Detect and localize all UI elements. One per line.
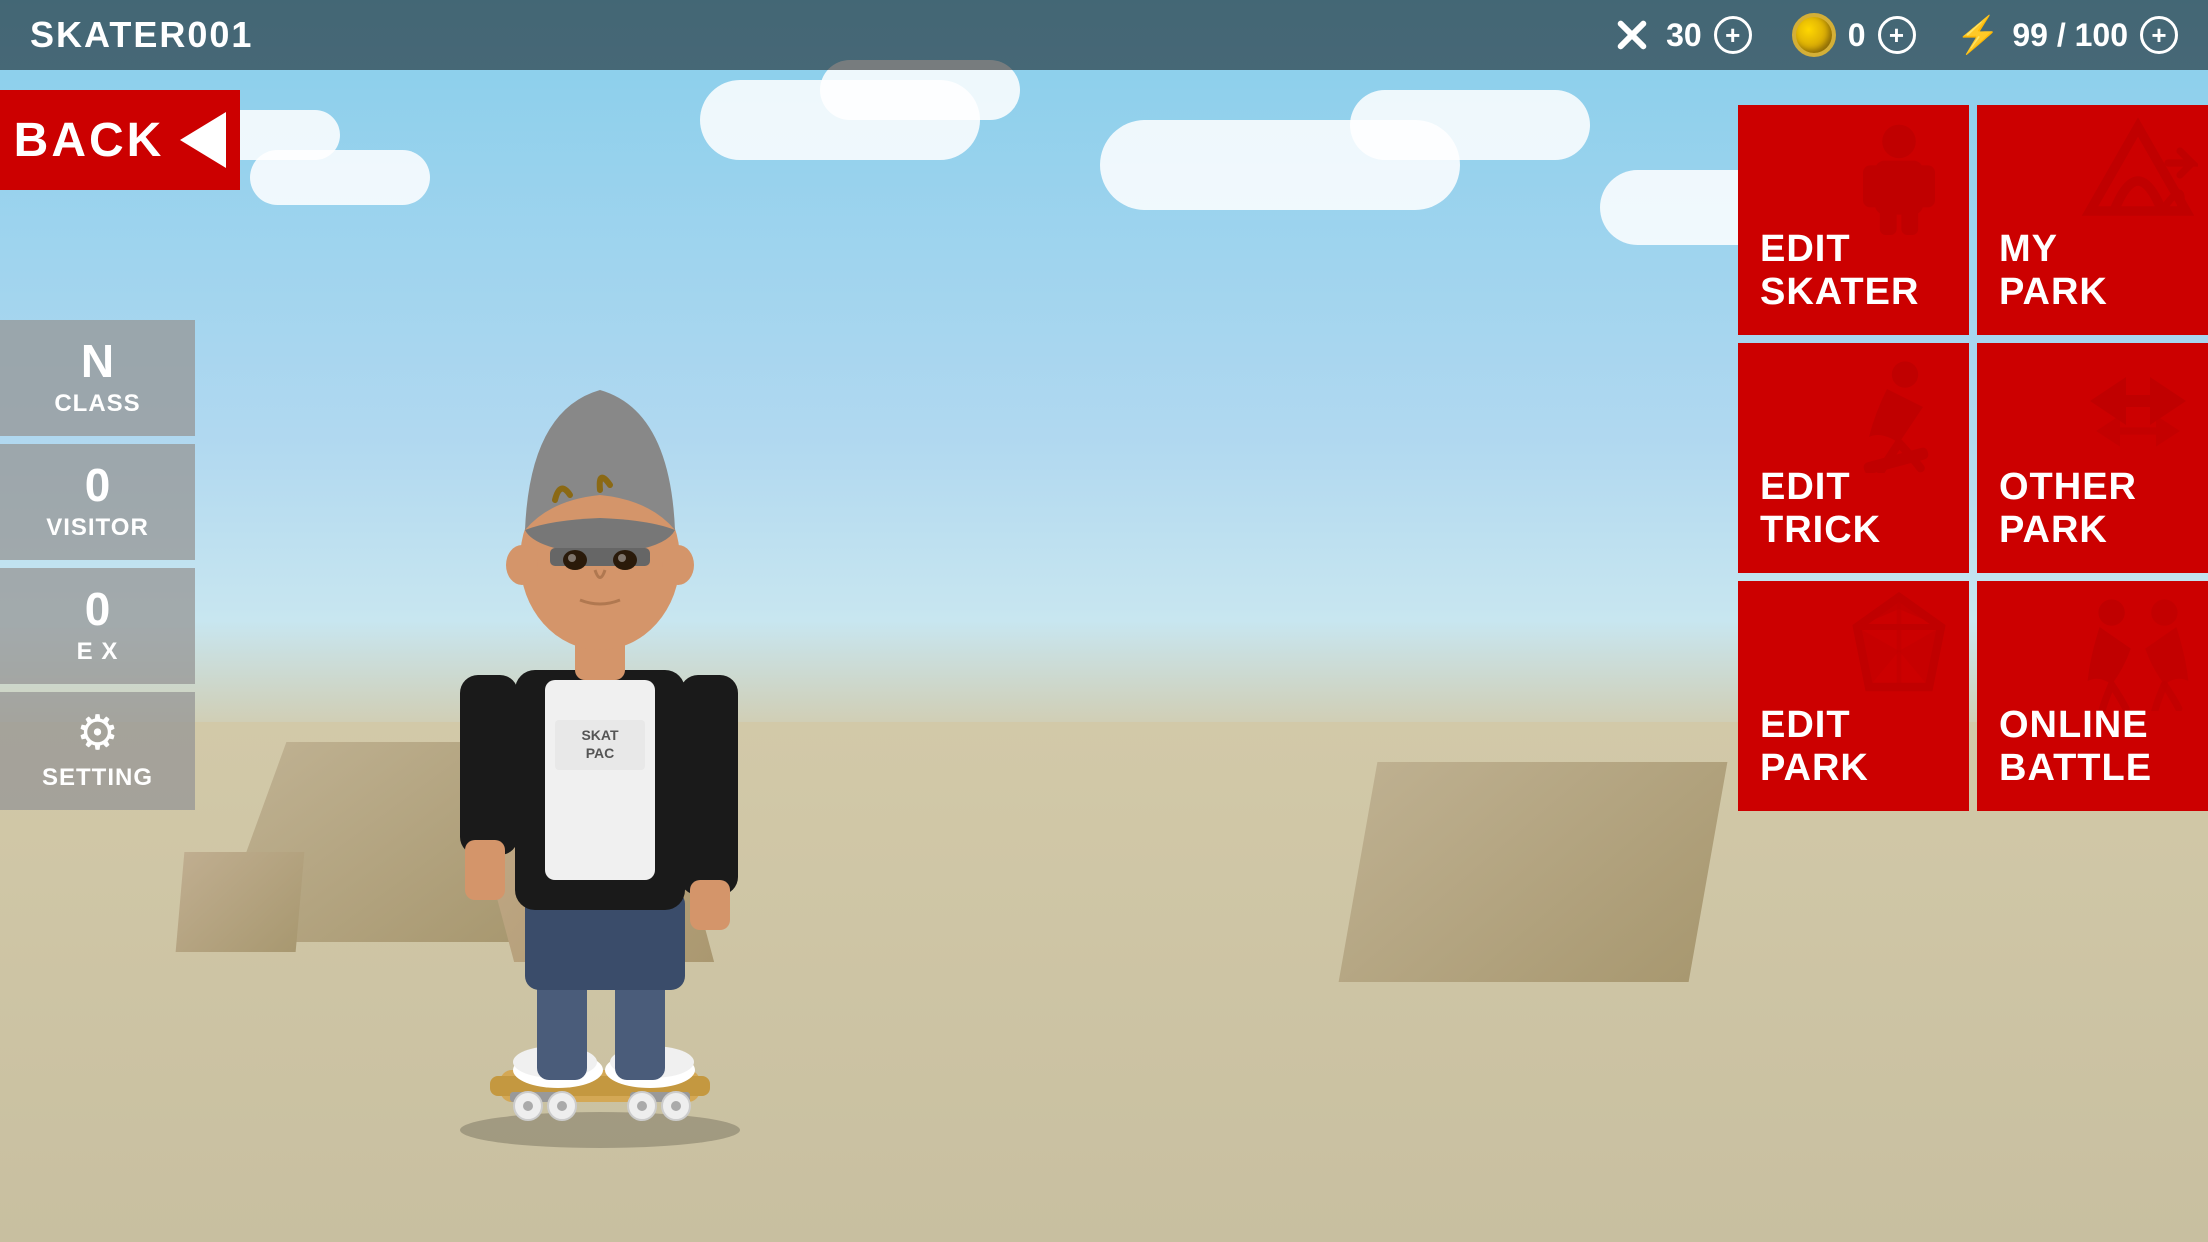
add-x-currency-button[interactable]: + <box>1714 16 1752 54</box>
back-button[interactable]: BACK <box>0 90 240 190</box>
edit-skater-button[interactable]: EDITSKATER <box>1738 105 1969 335</box>
online-battle-label: ONLINEBATTLE <box>1999 704 2152 791</box>
edit-park-icon <box>1839 591 1959 711</box>
my-park-label: MYPARK <box>1999 228 2108 315</box>
back-arrow-icon <box>180 112 226 168</box>
skater-character: SKAT PAC <box>310 60 890 1160</box>
left-stats-panel: N CLASS 0 VISITOR 0 E X ⚙ SETTING <box>0 320 195 810</box>
visitor-label: VISITOR <box>46 514 149 542</box>
ramp-center-right <box>1339 762 1728 982</box>
edit-skater-label: EDITSKATER <box>1760 228 1919 315</box>
energy-value: 99 / 100 <box>2012 17 2128 54</box>
coin-currency-group: 0 + <box>1792 13 1916 57</box>
class-label: CLASS <box>54 390 140 418</box>
hud-bar: SKATER001 30 + 0 + ⚡ 99 / 100 + <box>0 0 2208 70</box>
svg-text:PAC: PAC <box>586 745 615 761</box>
visitor-stat-box: 0 VISITOR <box>0 444 195 560</box>
my-park-button[interactable]: MYPARK <box>1977 105 2208 335</box>
ex-label: E X <box>77 638 119 666</box>
svg-text:SKAT: SKAT <box>581 727 619 743</box>
setting-label: SETTING <box>42 764 153 792</box>
gear-icon: ⚙ <box>76 710 119 758</box>
online-battle-icon <box>2078 591 2198 711</box>
ex-value: 0 <box>85 586 111 632</box>
class-value: N <box>81 338 114 384</box>
online-battle-button[interactable]: ONLINEBATTLE <box>1977 581 2208 811</box>
skater-svg: SKAT PAC <box>360 210 840 1160</box>
coin-icon <box>1792 13 1836 57</box>
other-park-label: OTHERPARK <box>1999 466 2137 553</box>
visitor-value: 0 <box>85 462 111 508</box>
edit-skater-icon <box>1839 115 1959 235</box>
x-currency-group: 30 + <box>1610 13 1752 57</box>
coin-currency-value: 0 <box>1848 17 1866 54</box>
add-coin-button[interactable]: + <box>1878 16 1916 54</box>
right-menu-grid: EDITSKATER MYPARK <box>1738 105 2208 811</box>
my-park-icon <box>2078 115 2198 235</box>
x-currency-icon <box>1610 13 1654 57</box>
energy-group: ⚡ 99 / 100 + <box>1956 14 2178 56</box>
ramp-small <box>176 852 305 952</box>
edit-park-button[interactable]: EDITPARK <box>1738 581 1969 811</box>
back-label: BACK <box>14 113 165 168</box>
player-name: SKATER001 <box>30 14 1570 56</box>
add-energy-button[interactable]: + <box>2140 16 2178 54</box>
edit-trick-icon <box>1839 353 1959 473</box>
lightning-icon: ⚡ <box>1956 14 2001 56</box>
class-stat-box: N CLASS <box>0 320 195 436</box>
other-park-button[interactable]: OTHERPARK <box>1977 343 2208 573</box>
edit-trick-button[interactable]: EDITTRICK <box>1738 343 1969 573</box>
cloud <box>1350 90 1590 160</box>
x-currency-value: 30 <box>1666 17 1702 54</box>
ex-stat-box: 0 E X <box>0 568 195 684</box>
other-park-icon <box>2078 353 2198 473</box>
edit-park-label: EDITPARK <box>1760 704 1869 791</box>
setting-box[interactable]: ⚙ SETTING <box>0 692 195 810</box>
edit-trick-label: EDITTRICK <box>1760 466 1881 553</box>
